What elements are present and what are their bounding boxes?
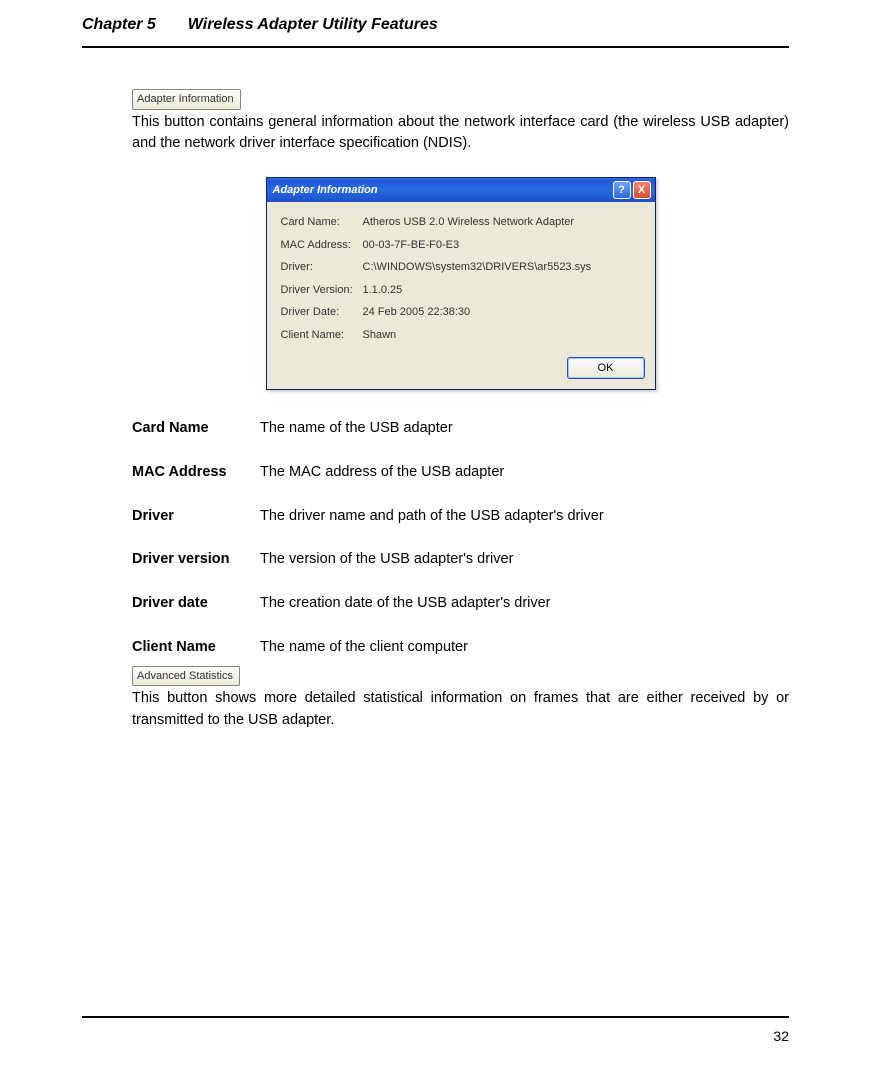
dialog-row: Client Name: Shawn <box>281 327 641 344</box>
definition-term: Driver date <box>132 593 260 615</box>
chapter-number: Chapter 5 <box>82 16 156 34</box>
dialog-label: Driver Date: <box>281 304 363 321</box>
definition-row: MAC Address The MAC address of the USB a… <box>132 462 789 484</box>
advanced-statistics-button[interactable]: Advanced Statistics <box>132 666 240 687</box>
close-icon[interactable]: X <box>633 181 651 199</box>
dialog-title: Adapter Information <box>273 182 378 199</box>
definition-term: MAC Address <box>132 462 260 484</box>
dialog-footer: OK <box>267 357 655 389</box>
help-icon[interactable]: ? <box>613 181 631 199</box>
dialog-label: Driver: <box>281 259 363 276</box>
stats-paragraph: This button shows more detailed statisti… <box>132 688 789 732</box>
definition-row: Driver The driver name and path of the U… <box>132 506 789 528</box>
intro-paragraph: This button contains general information… <box>132 112 789 156</box>
definition-desc: The name of the USB adapter <box>260 418 453 440</box>
button-label: Adapter Information <box>137 93 234 105</box>
dialog-row: Driver: C:\WINDOWS\system32\DRIVERS\ar55… <box>281 259 641 276</box>
dialog-row: Driver Version: 1.1.0.25 <box>281 282 641 299</box>
dialog-label: Driver Version: <box>281 282 363 299</box>
definition-row: Driver date The creation date of the USB… <box>132 593 789 615</box>
definition-desc: The creation date of the USB adapter's d… <box>260 593 551 615</box>
adapter-information-button[interactable]: Adapter Information <box>132 89 241 110</box>
definition-desc: The name of the client computer <box>260 637 468 659</box>
dialog-row: Driver Date: 24 Feb 2005 22:38:30 <box>281 304 641 321</box>
definition-row: Client Name The name of the client compu… <box>132 637 789 659</box>
definition-term: Driver <box>132 506 260 528</box>
adapter-information-dialog: Adapter Information ? X Card Name: Ather… <box>266 177 656 390</box>
dialog-value: C:\WINDOWS\system32\DRIVERS\ar5523.sys <box>363 259 592 276</box>
dialog-value: 24 Feb 2005 22:38:30 <box>363 304 471 321</box>
definition-term: Card Name <box>132 418 260 440</box>
dialog-label: Client Name: <box>281 327 363 344</box>
definition-term: Client Name <box>132 637 260 659</box>
definition-term: Driver version <box>132 549 260 571</box>
dialog-row: Card Name: Atheros USB 2.0 Wireless Netw… <box>281 214 641 231</box>
titlebar-buttons: ? X <box>613 181 651 199</box>
dialog-label: Card Name: <box>281 214 363 231</box>
definition-desc: The driver name and path of the USB adap… <box>260 506 604 528</box>
definition-row: Card Name The name of the USB adapter <box>132 418 789 440</box>
definition-desc: The version of the USB adapter's driver <box>260 549 513 571</box>
chapter-header: Chapter 5 Wireless Adapter Utility Featu… <box>82 16 789 48</box>
dialog-value: 00-03-7F-BE-F0-E3 <box>363 237 460 254</box>
page-number: 32 <box>773 1028 789 1044</box>
page-content: Adapter Information This button contains… <box>82 48 789 732</box>
definitions-table: Card Name The name of the USB adapter MA… <box>132 418 789 659</box>
dialog-value: 1.1.0.25 <box>363 282 403 299</box>
definition-row: Driver version The version of the USB ad… <box>132 549 789 571</box>
dialog-label: MAC Address: <box>281 237 363 254</box>
dialog-value: Atheros USB 2.0 Wireless Network Adapter <box>363 214 575 231</box>
definition-desc: The MAC address of the USB adapter <box>260 462 504 484</box>
dialog-titlebar: Adapter Information ? X <box>267 178 655 202</box>
ok-button[interactable]: OK <box>567 357 645 379</box>
dialog-value: Shawn <box>363 327 397 344</box>
dialog-screenshot: Adapter Information ? X Card Name: Ather… <box>132 177 789 390</box>
dialog-body: Card Name: Atheros USB 2.0 Wireless Netw… <box>267 202 655 357</box>
chapter-title: Wireless Adapter Utility Features <box>188 16 438 34</box>
page-footer: 32 <box>82 1016 789 1044</box>
dialog-row: MAC Address: 00-03-7F-BE-F0-E3 <box>281 237 641 254</box>
button-label: Advanced Statistics <box>137 670 233 682</box>
